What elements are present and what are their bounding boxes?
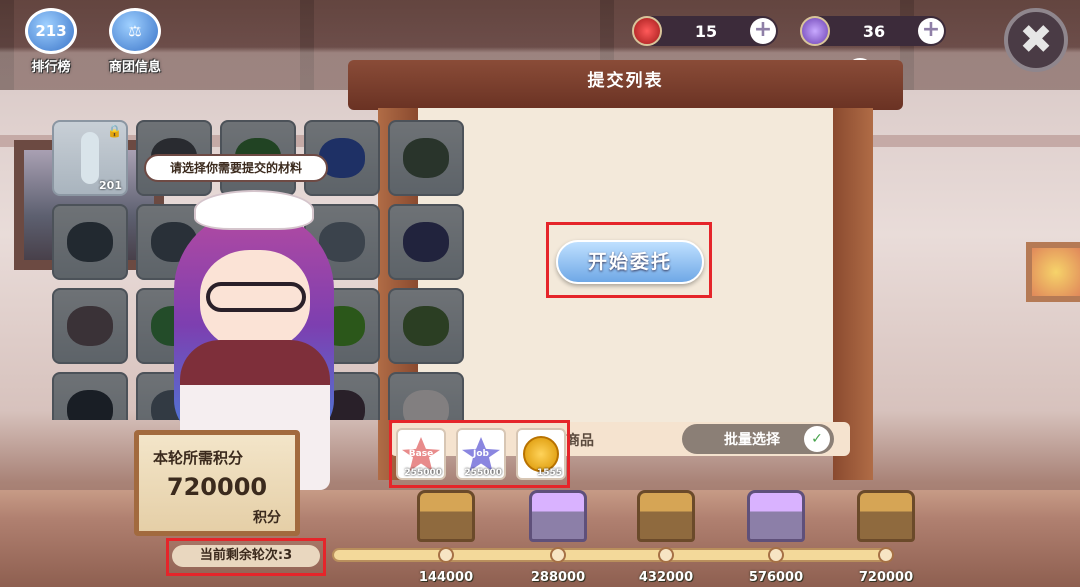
highlight-rewards — [389, 420, 570, 488]
material-slot[interactable] — [52, 204, 128, 280]
material-slot[interactable]: 201 🔒 — [52, 120, 128, 196]
material-icon — [67, 306, 113, 346]
material-slot[interactable] — [388, 288, 464, 364]
milestone-node — [438, 547, 454, 563]
reward-chest-icon[interactable] — [747, 490, 805, 542]
material-count: 201 — [99, 179, 122, 192]
scales-icon: ⚖ — [109, 8, 161, 54]
guild-info-label: 商团信息 — [108, 60, 161, 75]
glasses — [206, 282, 306, 312]
reward-chest-icon[interactable] — [529, 490, 587, 542]
material-icon — [403, 222, 449, 262]
milestone-label: 720000 — [858, 570, 914, 585]
milestone-label: 144000 — [418, 570, 474, 585]
material-icon — [403, 138, 449, 178]
portrait-frame — [1026, 242, 1080, 302]
highlight-rounds — [166, 538, 326, 576]
ranking-label: 排行榜 — [31, 60, 71, 75]
points-unit: 积分 — [253, 510, 281, 526]
heart-potion-icon — [632, 16, 662, 46]
points-board-title: 本轮所需积分 — [153, 449, 244, 467]
check-icon: ✓ — [804, 426, 830, 452]
material-icon — [403, 306, 449, 346]
milestone-node — [658, 547, 674, 563]
material-icon — [67, 390, 113, 420]
speech-bubble: 请选择你需要提交的材料 — [144, 154, 328, 182]
milestone-node — [550, 547, 566, 563]
cabinet-header: 提交列表 — [348, 60, 903, 110]
panel-title: 提交列表 — [587, 71, 664, 91]
material-slot[interactable] — [52, 288, 128, 364]
close-button[interactable]: ✖ — [1004, 8, 1068, 72]
ranking-podium-icon: 213 — [25, 8, 77, 54]
add-gems-button[interactable]: + — [918, 18, 944, 44]
milestone-node — [768, 547, 784, 563]
milestone-label: 288000 — [530, 570, 586, 585]
points-board: 本轮所需积分 720000 积分 — [134, 430, 300, 536]
milestone-label: 576000 — [748, 570, 804, 585]
reward-chest-icon[interactable] — [857, 490, 915, 542]
ranking-button[interactable]: 213 排行榜 — [16, 8, 86, 75]
batch-select-button[interactable]: 批量选择 ✓ — [682, 424, 834, 454]
goods-label: 商品 — [566, 433, 594, 449]
reward-chest-icon[interactable] — [637, 490, 695, 542]
points-progress-track — [332, 548, 892, 562]
gem-currency: 36 + — [800, 16, 946, 46]
material-slot[interactable] — [388, 372, 464, 420]
material-slot[interactable] — [52, 372, 128, 420]
heart-count: 15 — [694, 21, 718, 41]
maid-headband — [194, 190, 314, 230]
guild-info-button[interactable]: ⚖ 商团信息 — [100, 8, 170, 75]
purple-cube-icon — [800, 16, 830, 46]
milestone-label: 432000 — [638, 570, 694, 585]
material-slot[interactable] — [388, 120, 464, 196]
material-icon — [81, 132, 99, 184]
reward-chest-icon[interactable] — [417, 490, 475, 542]
material-icon — [403, 390, 449, 420]
add-hearts-button[interactable]: + — [750, 18, 776, 44]
gem-count: 36 — [862, 21, 886, 41]
material-slot[interactable] — [388, 204, 464, 280]
material-icon — [67, 222, 113, 262]
batch-select-label: 批量选择 — [724, 432, 780, 448]
heart-currency: 15 + — [632, 16, 778, 46]
highlight-start — [546, 222, 712, 298]
milestone-node — [878, 547, 894, 563]
lock-icon: 🔒 — [107, 124, 122, 138]
points-required: 720000 — [166, 473, 268, 501]
